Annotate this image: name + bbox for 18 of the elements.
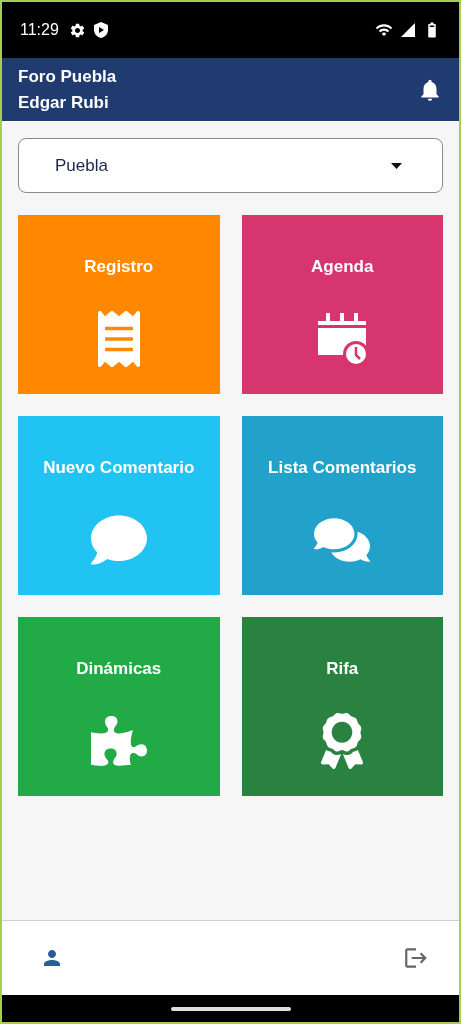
status-time: 11:29 (20, 21, 59, 39)
home-indicator[interactable] (170, 1006, 291, 1011)
menu-tile[interactable]: Registro (18, 215, 220, 394)
logout-icon[interactable] (403, 945, 429, 971)
menu-tile[interactable]: Agenda (241, 215, 443, 394)
app-title: Foro Puebla (18, 66, 117, 87)
location-dropdown[interactable]: Puebla (18, 138, 443, 193)
user-name: Edgar Rubi (18, 92, 110, 113)
dropdown-caret-icon (391, 162, 402, 169)
puzzle-icon (90, 713, 147, 769)
wifi-icon (375, 21, 393, 39)
settings-icon (68, 21, 86, 39)
signal-icon (401, 23, 415, 37)
menu-tile[interactable]: Lista Comentarios (241, 416, 443, 595)
menu-tile[interactable]: Dinámicas (18, 617, 220, 796)
menu-tile[interactable]: Rifa (241, 617, 443, 796)
shield-icon (93, 22, 108, 38)
menu-tile[interactable]: Nuevo Comentario (18, 416, 220, 595)
